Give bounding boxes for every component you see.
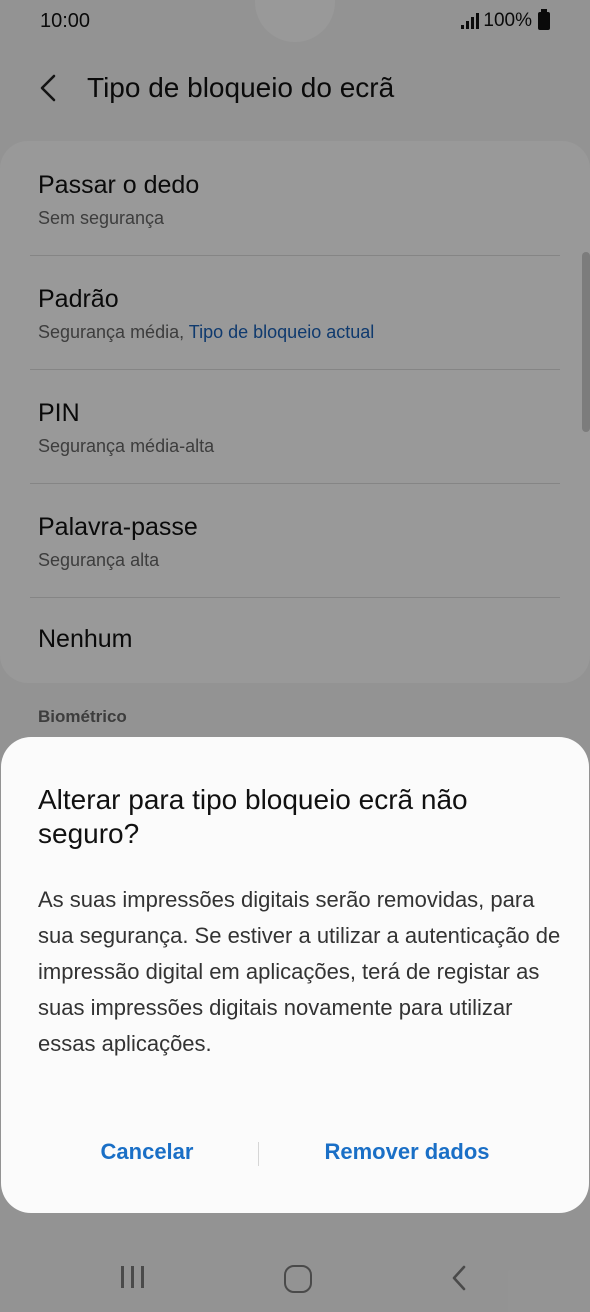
button-separator bbox=[258, 1142, 259, 1166]
navigation-bar bbox=[0, 1240, 590, 1312]
recent-apps-button[interactable] bbox=[113, 1262, 153, 1294]
home-button[interactable] bbox=[276, 1262, 316, 1294]
back-icon bbox=[452, 1265, 466, 1291]
cancel-button[interactable]: Cancelar bbox=[27, 1131, 267, 1173]
dialog-title: Alterar para tipo bloqueio ecrã não segu… bbox=[38, 784, 468, 849]
dialog-message: As suas impressões digitais serão removi… bbox=[38, 887, 561, 1056]
confirm-dialog: Alterar para tipo bloqueio ecrã não segu… bbox=[1, 737, 589, 1213]
nav-back-button[interactable] bbox=[440, 1262, 480, 1294]
remove-data-button[interactable]: Remover dados bbox=[287, 1131, 527, 1173]
